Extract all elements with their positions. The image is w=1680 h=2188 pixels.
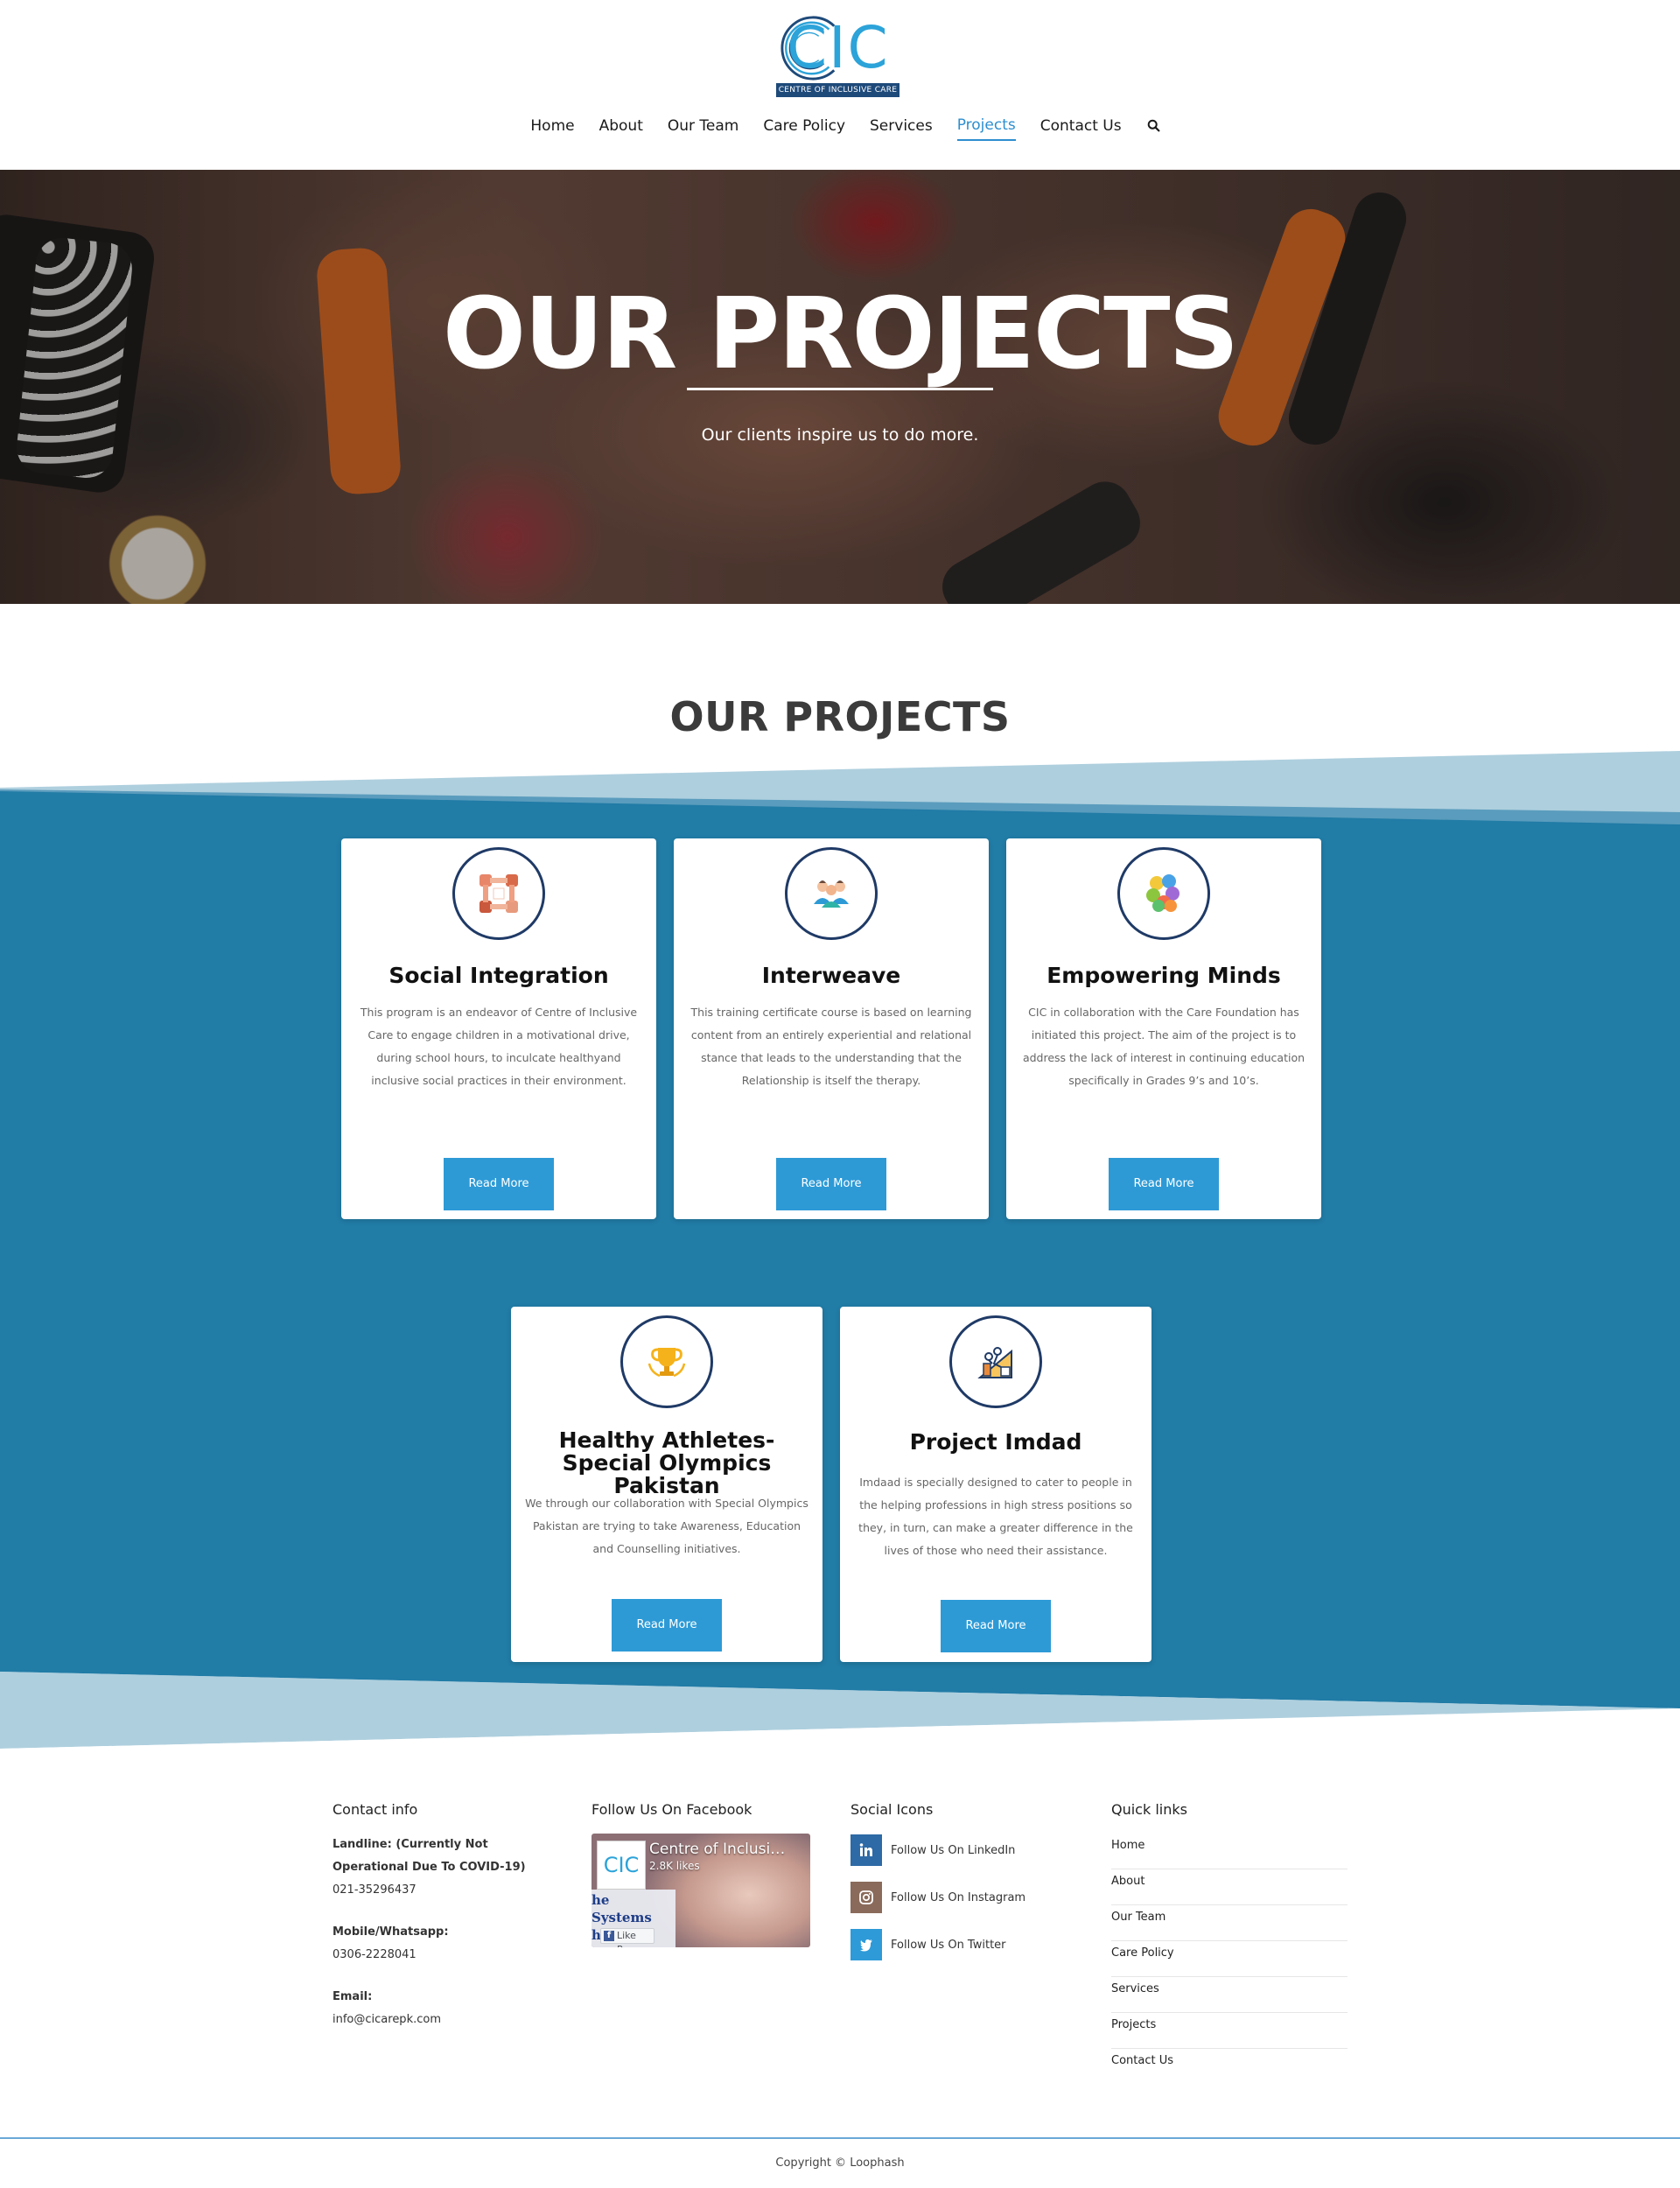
project-imdad-icon	[949, 1315, 1042, 1408]
fb-page-name[interactable]: Centre of Inclusi…	[649, 1841, 803, 1858]
quick-link-about[interactable]: About	[1111, 1869, 1348, 1905]
facebook-page-widget[interactable]: he Systems he Child CIC Centre of Inclus…	[592, 1834, 810, 1947]
read-more-button[interactable]: Read More	[444, 1158, 554, 1210]
hero-title: OUR PROJECTS	[442, 277, 1239, 391]
project-title: Healthy Athletes- Special Olympics Pakis…	[558, 1427, 775, 1498]
quick-link-projects[interactable]: Projects	[1111, 2013, 1348, 2049]
nav-our-team[interactable]: Our Team	[668, 117, 738, 140]
quick-link-home[interactable]: Home	[1111, 1834, 1348, 1869]
linkedin-icon	[850, 1834, 882, 1866]
nav-projects[interactable]: Projects	[956, 116, 1016, 141]
footer-heading: Quick links	[1111, 1801, 1187, 1818]
project-card-project-imdad: Project Imdad Imdaad is specially design…	[840, 1307, 1152, 1662]
copyright-text: Copyright © Loophash	[775, 2156, 905, 2170]
logo-tagline: CENTRE OF INCLUSIVE CARE	[776, 83, 900, 97]
social-label: Follow Us On LinkedIn	[891, 1843, 1016, 1857]
footer-social: Social Icons Follow Us On LinkedIn Follo…	[850, 1801, 1078, 1975]
project-description: We through our collaboration with Specia…	[525, 1497, 808, 1555]
section-title: OUR PROJECTS	[669, 693, 1011, 740]
footer-heading: Follow Us On Facebook	[592, 1801, 752, 1818]
project-description: This training certificate course is base…	[690, 1006, 972, 1087]
project-card-empowering-minds: Empowering Minds CIC in collaboration wi…	[1006, 838, 1321, 1219]
facebook-icon: f	[604, 1931, 614, 1941]
project-title: Empowering Minds	[1046, 963, 1281, 988]
quick-link-care-policy[interactable]: Care Policy	[1111, 1941, 1348, 1977]
landline-label: Landline: (Currently Not Operational Due…	[332, 1838, 526, 1874]
empowering-minds-icon	[1117, 847, 1210, 940]
social-link-linkedin[interactable]: Follow Us On LinkedIn	[850, 1834, 1078, 1867]
read-more-button[interactable]: Read More	[1109, 1158, 1219, 1210]
footer-heading: Contact info	[332, 1801, 418, 1818]
read-more-button[interactable]: Read More	[776, 1158, 886, 1210]
project-card-interweave: Interweave This training certificate cou…	[674, 838, 989, 1219]
hero-subtitle: Our clients inspire us to do more.	[701, 425, 979, 445]
email-label: Email:	[332, 1990, 373, 2003]
twitter-icon	[850, 1929, 882, 1960]
quick-link-services[interactable]: Services	[1111, 1977, 1348, 2013]
social-link-twitter[interactable]: Follow Us On Twitter	[850, 1928, 1078, 1961]
main-nav: Home About Our Team Care Policy Services…	[0, 114, 1680, 144]
project-title: Project Imdad	[909, 1429, 1082, 1455]
project-title: Interweave	[761, 963, 901, 988]
logo-text: CIC	[787, 14, 890, 81]
nav-care-policy[interactable]: Care Policy	[763, 117, 845, 140]
project-description: CIC in collaboration with the Care Found…	[1022, 1006, 1306, 1087]
interweave-icon	[785, 847, 878, 940]
footer-quick-links: Quick links Home About Our Team Care Pol…	[1111, 1801, 1356, 2085]
hero-title-underline	[687, 388, 993, 390]
nav-about[interactable]: About	[599, 117, 643, 140]
project-card-healthy-athletes: Healthy Athletes- Special Olympics Pakis…	[511, 1307, 822, 1662]
read-more-button[interactable]: Read More	[612, 1599, 722, 1652]
footer-divider	[0, 2137, 1680, 2139]
mobile-value[interactable]: 0306-2228041	[332, 1944, 551, 1967]
instagram-icon	[850, 1882, 882, 1913]
nav-contact-us[interactable]: Contact Us	[1040, 117, 1122, 140]
social-integration-icon	[452, 847, 545, 940]
quick-link-contact-us[interactable]: Contact Us	[1111, 2049, 1348, 2085]
quick-link-our-team[interactable]: Our Team	[1111, 1905, 1348, 1941]
read-more-button[interactable]: Read More	[941, 1600, 1051, 1652]
footer-facebook: Follow Us On Facebook he Systems he Chil…	[592, 1801, 819, 1947]
trophy-icon	[620, 1315, 713, 1408]
nav-services[interactable]: Services	[870, 117, 933, 140]
footer-contact: Contact info Landline: (Currently Not Op…	[332, 1801, 551, 2031]
project-card-social-integration: Social Integration This program is an en…	[341, 838, 656, 1219]
project-description: This program is an endeavor of Centre of…	[360, 1006, 638, 1087]
landline-value[interactable]: 021-35296437	[332, 1879, 551, 1902]
project-description: Imdaad is specially designed to cater to…	[858, 1476, 1133, 1557]
projects-bottom-wave	[0, 1663, 1680, 1750]
social-label: Follow Us On Twitter	[891, 1938, 1006, 1952]
search-icon[interactable]	[1146, 118, 1162, 134]
fb-likes-count: 2.8K likes	[649, 1860, 700, 1872]
fb-like-label: Like Page	[617, 1930, 640, 1947]
site-header: CIC CENTRE OF INCLUSIVE CARE Home About …	[0, 0, 1680, 170]
email-value[interactable]: info@cicarepk.com	[332, 2009, 551, 2031]
mobile-label: Mobile/Whatsapp:	[332, 1925, 449, 1939]
nav-home[interactable]: Home	[530, 117, 574, 140]
project-title: Social Integration	[388, 963, 609, 988]
hero-banner: OUR PROJECTS Our clients inspire us to d…	[0, 170, 1680, 604]
cic-logo[interactable]: CIC CENTRE OF INCLUSIVE CARE	[771, 12, 900, 100]
fb-like-button[interactable]: f Like Page	[600, 1928, 654, 1947]
footer-heading: Social Icons	[850, 1801, 934, 1818]
social-link-instagram[interactable]: Follow Us On Instagram	[850, 1881, 1078, 1914]
social-label: Follow Us On Instagram	[891, 1890, 1026, 1904]
fb-page-logo: CIC	[597, 1841, 646, 1890]
